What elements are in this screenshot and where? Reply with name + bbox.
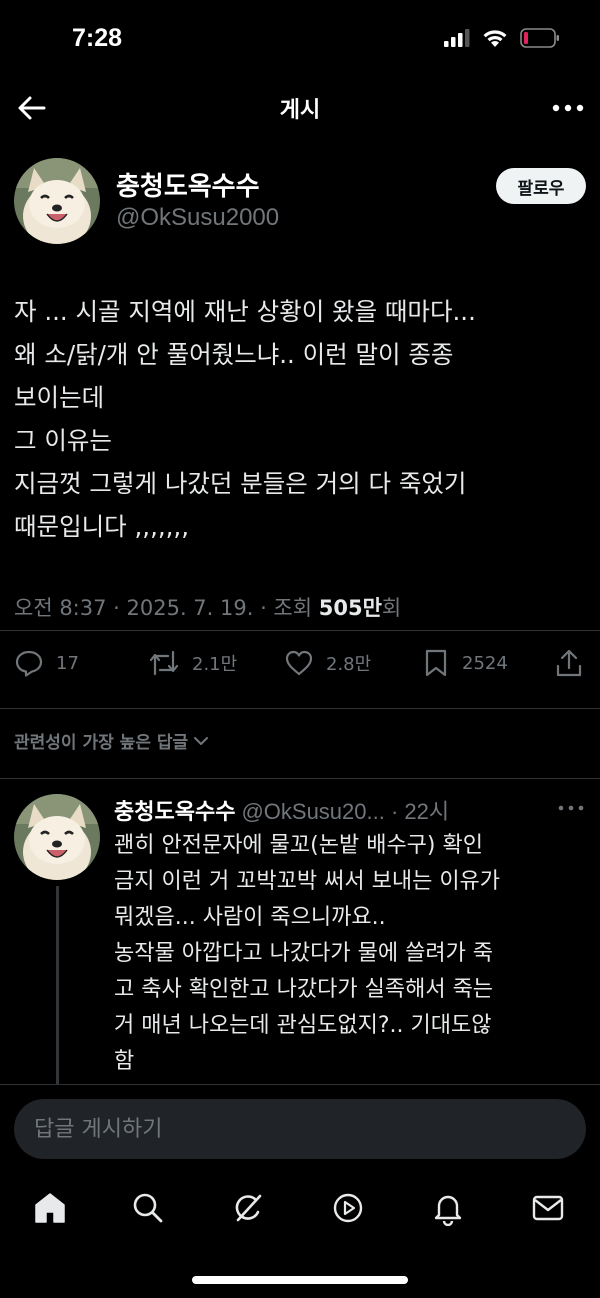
reply-icon xyxy=(15,650,43,677)
view-count: 505만 xyxy=(318,596,382,620)
like-count: 2.8만 xyxy=(326,654,372,675)
post-text-line: 보이는데 xyxy=(14,383,105,412)
post-text-line: 그 이유는 xyxy=(14,426,112,455)
dog-avatar-image xyxy=(14,794,100,880)
post-timestamp: 오전 8:37 · 2025. 7. 19. · 조회 xyxy=(14,596,319,620)
tab-media[interactable] xyxy=(326,1186,370,1230)
reply-text-line: 농작물 아깝다고 나갔다가 물에 쓸려가 죽 xyxy=(114,941,494,966)
reply-text-line: 고 축사 확인한고 나갔다가 실족해서 죽는 xyxy=(114,977,494,1002)
grok-icon xyxy=(235,1194,262,1222)
reply-header: 충청도옥수수 @OkSusu20... · 22시 xyxy=(114,794,449,826)
reply-composer xyxy=(0,1084,600,1174)
reply-count: 17 xyxy=(56,652,79,674)
share-button[interactable] xyxy=(554,648,584,678)
more-options-icon[interactable] xyxy=(550,94,586,122)
thread-line xyxy=(56,886,59,1086)
status-icons xyxy=(444,28,560,48)
post-meta: 오전 8:37 · 2025. 7. 19. · 조회 505만회 xyxy=(14,592,401,622)
dog-avatar-image xyxy=(14,158,100,244)
battery-icon xyxy=(520,28,559,48)
search-icon xyxy=(133,1193,163,1223)
status-time: 7:28 xyxy=(72,24,123,52)
bookmark-count: 2524 xyxy=(462,652,508,674)
reply-input[interactable] xyxy=(14,1099,586,1159)
nav-bar: 게시 xyxy=(0,80,600,136)
home-indicator[interactable] xyxy=(192,1276,408,1284)
bottom-tab-bar xyxy=(0,1176,600,1242)
media-icon xyxy=(333,1193,363,1223)
divider xyxy=(0,778,600,779)
divider xyxy=(0,708,600,709)
tab-grok[interactable] xyxy=(226,1186,270,1230)
cellular-signal-icon xyxy=(444,29,470,47)
tab-notifications[interactable] xyxy=(426,1186,470,1230)
chevron-down-icon xyxy=(194,736,209,745)
reply-author-name[interactable]: 충청도옥수수 xyxy=(114,794,235,826)
author-handle[interactable]: @OkSusu2000 xyxy=(116,204,279,232)
reply-text-line: 함 xyxy=(114,1049,135,1074)
reply-author-avatar[interactable] xyxy=(14,794,100,880)
post-text: 자 ... 시골 지역에 재난 상황이 왔을 때마다... 왜 소/닭/개 안 … xyxy=(14,290,586,548)
reply-handle-time[interactable]: @OkSusu20... · 22시 xyxy=(241,794,449,826)
share-icon xyxy=(556,649,582,677)
post-text-line: 지금껏 그렇게 나갔던 분들은 거의 다 죽었기 xyxy=(14,469,467,498)
like-button[interactable]: 2.8만 xyxy=(284,648,371,678)
notifications-icon xyxy=(434,1195,462,1226)
reply-text-line: 금지 이런 거 꼬박꼬박 써서 보내는 이유가 xyxy=(114,869,501,894)
more-options-icon[interactable] xyxy=(556,798,586,818)
tab-messages[interactable] xyxy=(526,1186,570,1230)
reply-button[interactable]: 17 xyxy=(14,648,79,678)
action-bar: 17 2.1만 2.8만 2524 xyxy=(14,648,586,692)
view-count-suffix: 회 xyxy=(381,596,402,620)
post-header: 충청도옥수수 @OkSusu2000 팔로우 xyxy=(14,158,586,248)
reply-text-line: 괜히 안전문자에 물꼬(논밭 배수구) 확인 xyxy=(114,833,483,858)
tab-search[interactable] xyxy=(126,1186,170,1230)
author-name[interactable]: 충청도옥수수 xyxy=(116,166,260,203)
tab-home[interactable] xyxy=(28,1186,72,1230)
repost-icon xyxy=(149,650,179,676)
heart-icon xyxy=(285,650,313,676)
post-text-line: 왜 소/닭/개 안 풀어줬느냐.. 이런 말이 종종 xyxy=(14,340,454,369)
reply-text: 괜히 안전문자에 물꼬(논밭 배수구) 확인 금지 이런 거 꼬박꼬박 써서 보… xyxy=(114,828,586,1080)
reply-sort-dropdown[interactable]: 관련성이 가장 높은 답글 xyxy=(14,728,210,753)
repost-button[interactable]: 2.1만 xyxy=(148,648,237,678)
messages-icon xyxy=(532,1195,564,1221)
post-text-line: 때문입니다 ,,,,,,, xyxy=(14,512,190,541)
reply-sort-label: 관련성이 가장 높은 답글 xyxy=(14,733,189,753)
bookmark-button[interactable]: 2524 xyxy=(422,648,508,678)
reply-item[interactable]: 충청도옥수수 @OkSusu20... · 22시 괜히 안전문자에 물꼬(논밭… xyxy=(14,794,586,1094)
status-bar: 7:28 xyxy=(0,0,600,80)
post-text-line: 자 ... 시골 지역에 재난 상황이 왔을 때마다... xyxy=(14,297,476,326)
reply-text-line: 거 매년 나오는데 관심도없지?.. 기대도않 xyxy=(114,1013,492,1038)
reply-text-line: 뭐겠음... 사람이 죽으니까요.. xyxy=(114,905,386,930)
divider xyxy=(0,630,600,631)
follow-button[interactable]: 팔로우 xyxy=(496,168,586,204)
bookmark-icon xyxy=(425,649,447,677)
author-avatar[interactable] xyxy=(14,158,100,244)
home-icon xyxy=(35,1193,65,1223)
wifi-icon xyxy=(483,30,507,47)
repost-count: 2.1만 xyxy=(192,654,238,675)
page-title: 게시 xyxy=(279,98,321,123)
